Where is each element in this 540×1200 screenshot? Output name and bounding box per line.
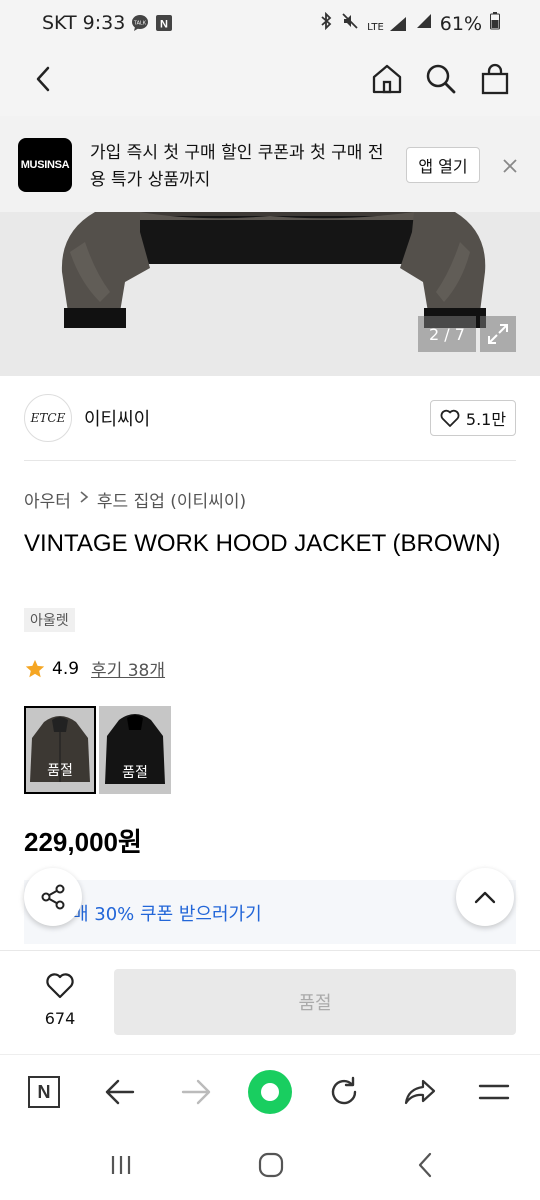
lte-signal-icon: LTE xyxy=(367,15,408,33)
home-circle-icon xyxy=(258,1152,284,1178)
share-button[interactable] xyxy=(24,868,82,926)
arrow-right-icon xyxy=(181,1079,211,1105)
green-dot-button[interactable] xyxy=(246,1068,294,1116)
naver-n-icon: N xyxy=(28,1076,60,1108)
svg-text:TALK: TALK xyxy=(134,21,147,27)
clock: 9:33 xyxy=(82,12,126,34)
close-promo-button[interactable] xyxy=(496,152,524,180)
browser-back-button[interactable] xyxy=(96,1068,144,1116)
recent-apps-button[interactable] xyxy=(104,1148,138,1182)
back-button[interactable] xyxy=(26,62,60,96)
browser-forward-button[interactable] xyxy=(172,1068,220,1116)
rating-row: 4.9 후기 38개 xyxy=(24,656,165,681)
heart-icon xyxy=(440,409,460,427)
home-button[interactable] xyxy=(368,60,406,98)
chevron-up-icon xyxy=(474,891,496,904)
refresh-icon xyxy=(331,1076,357,1105)
product-like-button[interactable]: 674 xyxy=(36,972,84,1028)
promo-text: 가입 즉시 첫 구매 할인 쿠폰과 첫 구매 전용 특가 상품까지 xyxy=(90,143,384,190)
recent-apps-icon xyxy=(111,1156,131,1174)
back-arrow-icon xyxy=(36,66,50,92)
color-swatch-black[interactable]: 품절 xyxy=(99,706,171,794)
back-chevron-icon xyxy=(418,1152,432,1178)
swatch-soldout-label: 품절 xyxy=(47,763,73,779)
brand-like-count: 5.1만 xyxy=(465,410,507,429)
divider xyxy=(24,460,516,461)
star-icon xyxy=(25,659,45,677)
share-icon xyxy=(41,884,65,910)
breadcrumb-category[interactable]: 아우터 xyxy=(24,487,71,512)
signal-bars-icon xyxy=(416,12,432,35)
arrow-left-icon xyxy=(105,1079,135,1105)
breadcrumb-subcategory[interactable]: 후드 집업 (이티씨이) xyxy=(97,487,246,512)
bluetooth-icon xyxy=(319,11,333,35)
status-left: SKT 9:33 TALK N xyxy=(42,12,173,34)
naver-home-button[interactable]: N xyxy=(20,1068,68,1116)
expand-icon xyxy=(488,324,508,344)
share-page-button[interactable] xyxy=(396,1068,444,1116)
talk-icon: TALK xyxy=(131,14,149,32)
shopping-bag-icon xyxy=(481,63,509,95)
chevron-right-icon xyxy=(79,487,89,512)
status-right: LTE 61% xyxy=(319,11,500,35)
mute-icon xyxy=(341,12,359,35)
share-arrow-icon xyxy=(404,1079,436,1105)
n-badge-icon: N xyxy=(155,14,173,32)
carrier-label: SKT xyxy=(42,12,77,34)
home-nav-button[interactable] xyxy=(254,1148,288,1182)
product-like-count: 674 xyxy=(44,1009,76,1028)
search-button[interactable] xyxy=(422,60,460,98)
color-swatch-brown[interactable]: 품절 xyxy=(24,706,96,794)
breadcrumb: 아우터 후드 집업 (이티씨이) xyxy=(24,487,246,512)
hamburger-menu-icon xyxy=(478,1084,510,1100)
svg-text:N: N xyxy=(160,19,168,31)
outlet-tag: 아울렛 xyxy=(24,608,75,632)
rating-score: 4.9 xyxy=(52,658,80,679)
brand-like-button[interactable]: 5.1만 xyxy=(430,400,516,436)
open-app-button[interactable]: 앱 열기 xyxy=(406,147,480,183)
product-title: VINTAGE WORK HOOD JACKET (BROWN) xyxy=(24,530,501,557)
expand-image-button[interactable] xyxy=(480,316,516,352)
green-dot-icon xyxy=(248,1070,292,1114)
back-nav-button[interactable] xyxy=(408,1148,442,1182)
refresh-button[interactable] xyxy=(320,1068,368,1116)
product-price: 229,000원 xyxy=(24,827,142,857)
home-icon xyxy=(372,64,402,94)
brand-name[interactable]: 이티씨이 xyxy=(84,405,150,431)
musinsa-logo: MUSINSA xyxy=(18,138,72,192)
battery-icon xyxy=(490,12,500,35)
battery-percent: 61% xyxy=(439,12,482,35)
swatch-soldout-label: 품절 xyxy=(122,765,148,781)
brand-logo[interactable]: ETCE xyxy=(24,394,72,442)
menu-button[interactable] xyxy=(470,1068,518,1116)
scroll-top-button[interactable] xyxy=(456,868,514,926)
review-link[interactable]: 후기 38개 xyxy=(91,656,165,681)
coupon-text[interactable]: 매 30% 쿠폰 받으러가기 xyxy=(72,900,262,926)
image-counter: 2 / 7 xyxy=(418,316,476,352)
search-icon xyxy=(426,64,456,94)
heart-icon xyxy=(46,973,74,999)
sold-out-button[interactable]: 품절 xyxy=(114,969,516,1035)
cart-button[interactable] xyxy=(476,60,514,98)
close-icon xyxy=(503,159,517,173)
